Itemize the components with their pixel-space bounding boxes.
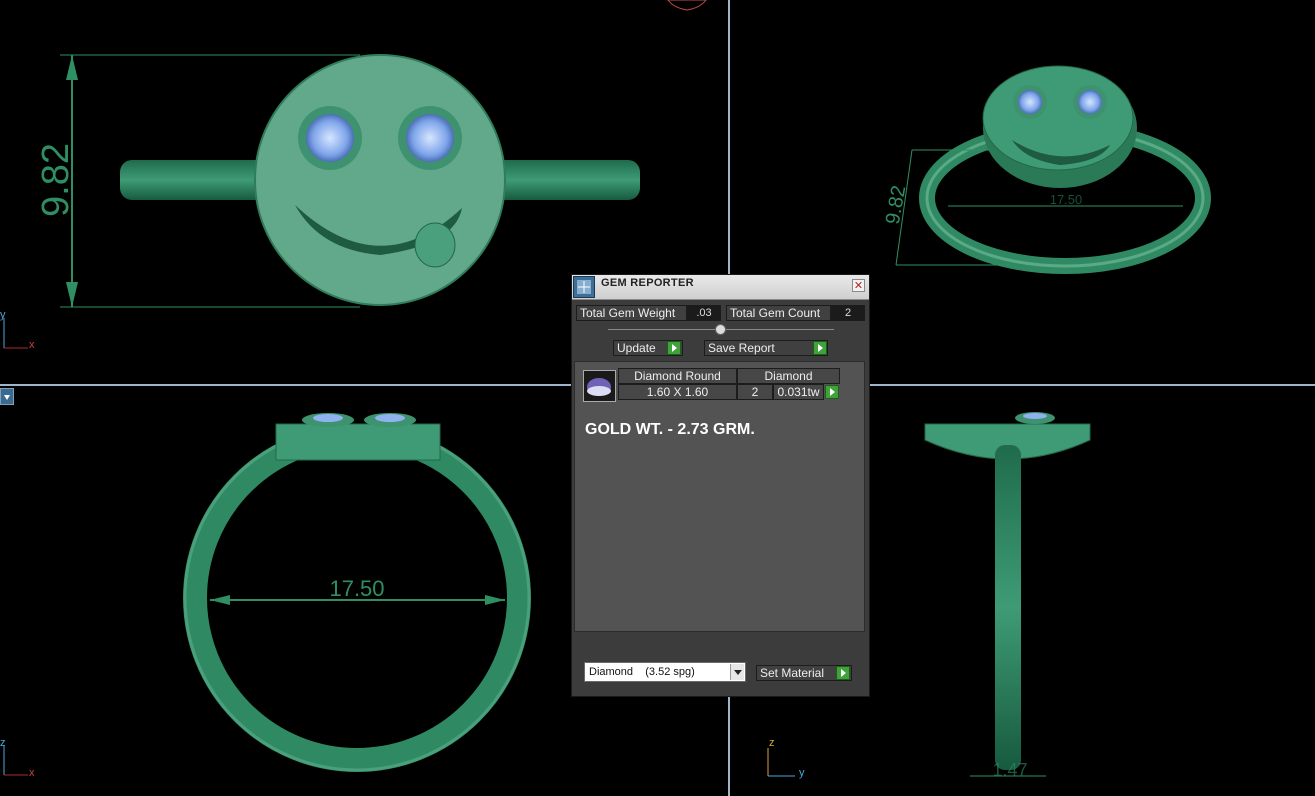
update-go-icon[interactable] [667,341,681,355]
front-dimension-label: 9.82 [35,143,77,217]
gem-row-go-icon[interactable] [825,385,839,399]
save-report-button[interactable]: Save Report [704,340,828,356]
gem-count-cell: 2 [737,384,773,400]
gem-shape-header: Diamond Round [618,368,737,384]
front-axis-y-label: y [0,309,6,321]
total-gem-count-value: 2 [831,305,865,321]
total-gem-count-label: Total Gem Count [726,305,831,321]
gem-reporter-dialog: GEM REPORTER ✕ Total Gem Weight .03 Tota… [571,274,870,697]
total-gem-weight-label: Total Gem Weight [576,305,687,321]
collapse-toggle[interactable] [715,324,726,335]
set-material-button-label: Set Material [760,666,825,680]
front-view [60,54,640,308]
chevron-down-icon [4,395,10,400]
close-button[interactable]: ✕ [852,279,865,292]
perspective-dimension-label: 9.82 [882,184,910,226]
side-axis-y-label: y [799,767,805,779]
top-axis-x-label: x [29,767,35,779]
update-button-label: Update [617,341,656,355]
top-axis-gizmo [3,745,28,776]
gold-weight-text: GOLD WT. - 2.73 GRM. [585,421,755,438]
side-dimension-label: 1.47 [992,760,1027,780]
top-dimension-label: 17.50 [329,576,384,601]
dialog-title: GEM REPORTER [601,277,694,289]
dialog-titlebar[interactable]: GEM REPORTER ✕ [572,275,869,300]
view-cube-icon[interactable] [667,0,707,11]
save-report-button-label: Save Report [708,341,775,355]
material-select[interactable]: Diamond (3.52 spg) [584,662,746,682]
gem-weight-cell: 0.031tw [773,384,824,400]
total-gem-weight-value: .03 [687,305,721,321]
select-arrow-icon[interactable] [730,664,744,680]
gem-material-header: Diamond [737,368,840,384]
set-material-go-icon[interactable] [836,666,850,680]
side-axis-gizmo [767,748,795,777]
material-select-value: Diamond (3.52 spg) [589,666,695,678]
viewport-menu-button[interactable] [0,388,14,405]
gem-list-panel: Diamond Round Diamond 1.60 X 1.60 2 0.03… [574,361,865,632]
gem-reporter-icon [573,276,595,298]
front-axis-gizmo [3,318,28,349]
gem-size-cell: 1.60 X 1.60 [618,384,737,400]
front-axis-x-label: x [29,339,35,351]
perspective-inner-dimension-label: 17.50 [1050,192,1083,207]
perspective-view [895,65,1211,274]
close-icon: ✕ [853,280,864,292]
diamond-round-thumbnail[interactable] [583,370,616,402]
side-view [924,412,1091,777]
side-axis-z-label: z [769,737,775,749]
top-axis-z-label: z [0,737,6,749]
save-report-go-icon[interactable] [813,341,827,355]
